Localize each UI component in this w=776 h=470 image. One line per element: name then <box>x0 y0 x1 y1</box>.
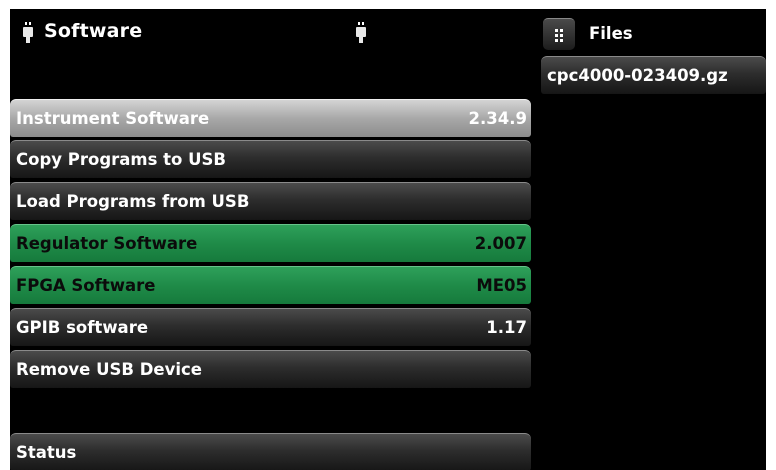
file-name: cpc4000-023409.gz <box>547 66 728 85</box>
title-bar: Software <box>10 9 530 57</box>
usb-icon <box>23 21 33 45</box>
files-header: Files <box>543 18 766 50</box>
files-title: Files <box>589 24 633 43</box>
fpga-software-button[interactable]: FPGA Software ME05 <box>10 266 531 304</box>
row-label: Regulator Software <box>16 234 198 253</box>
row-label: Load Programs from USB <box>16 192 250 211</box>
instrument-software-button[interactable]: Instrument Software 2.34.9 <box>10 99 531 137</box>
status-label: Status <box>16 443 77 462</box>
file-list-item[interactable]: cpc4000-023409.gz <box>541 56 766 94</box>
row-label: Copy Programs to USB <box>16 150 226 169</box>
row-value: 2.007 <box>474 234 527 253</box>
grid-menu-icon[interactable] <box>543 18 575 50</box>
gpib-software-button[interactable]: GPIB software 1.17 <box>10 308 531 346</box>
usb-icon <box>356 21 366 45</box>
row-label: Remove USB Device <box>16 360 202 379</box>
load-programs-from-usb-button[interactable]: Load Programs from USB <box>10 182 531 220</box>
remove-usb-device-button[interactable]: Remove USB Device <box>10 350 531 388</box>
row-label: FPGA Software <box>16 276 156 295</box>
copy-programs-to-usb-button[interactable]: Copy Programs to USB <box>10 140 531 178</box>
page-title: Software <box>44 20 143 42</box>
software-screen: Software Instrument Software 2.34.9 Copy… <box>10 9 766 470</box>
status-button[interactable]: Status <box>10 433 531 470</box>
row-label: GPIB software <box>16 318 149 337</box>
regulator-software-button[interactable]: Regulator Software 2.007 <box>10 224 531 262</box>
row-value: 1.17 <box>486 318 527 337</box>
row-value: 2.34.9 <box>468 109 527 128</box>
row-value: ME05 <box>476 276 527 295</box>
row-label: Instrument Software <box>16 109 210 128</box>
